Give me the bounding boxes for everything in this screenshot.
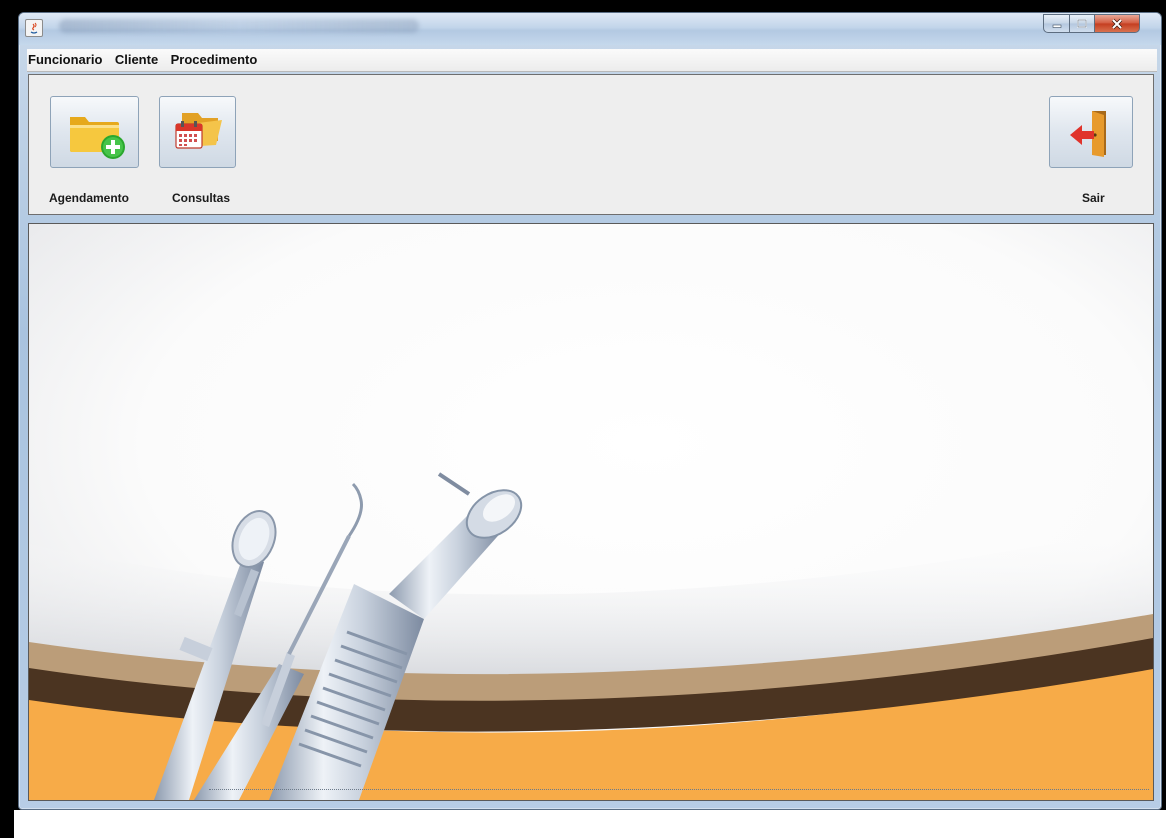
folder-calendar-icon [175,113,222,149]
menu-cliente[interactable]: Cliente [111,49,162,71]
status-divider [209,789,1149,790]
folder-add-icon [70,117,125,159]
toolbar-panel: Agendamento Consultas Sair [28,74,1154,215]
desktop-strip [14,810,1166,838]
screen: Funcionario Cliente Procedimento Agendam… [0,0,1166,838]
minimize-button[interactable] [1043,14,1070,33]
consultas-button[interactable] [159,96,236,168]
close-button[interactable] [1094,14,1140,33]
sair-label: Sair [1082,191,1105,205]
dental-instruments-illustration [29,224,1153,800]
exit-door-icon [1070,111,1106,157]
agendamento-label: Agendamento [49,191,130,205]
menu-bar: Funcionario Cliente Procedimento [27,49,1157,72]
title-bar[interactable] [19,13,1161,45]
maximize-button[interactable] [1069,14,1095,33]
maximize-icon [1070,15,1094,32]
consultas-label: Consultas [172,191,231,205]
menu-funcionario[interactable]: Funcionario [27,49,106,71]
minimize-icon [1044,15,1069,32]
close-icon [1095,15,1139,32]
window-title-blurred [59,19,419,33]
menu-procedimento[interactable]: Procedimento [167,49,262,71]
sair-button[interactable] [1049,96,1133,168]
app-window: Funcionario Cliente Procedimento Agendam… [18,12,1162,810]
java-app-icon [25,19,43,37]
content-area [28,223,1154,801]
agendamento-button[interactable] [50,96,139,168]
